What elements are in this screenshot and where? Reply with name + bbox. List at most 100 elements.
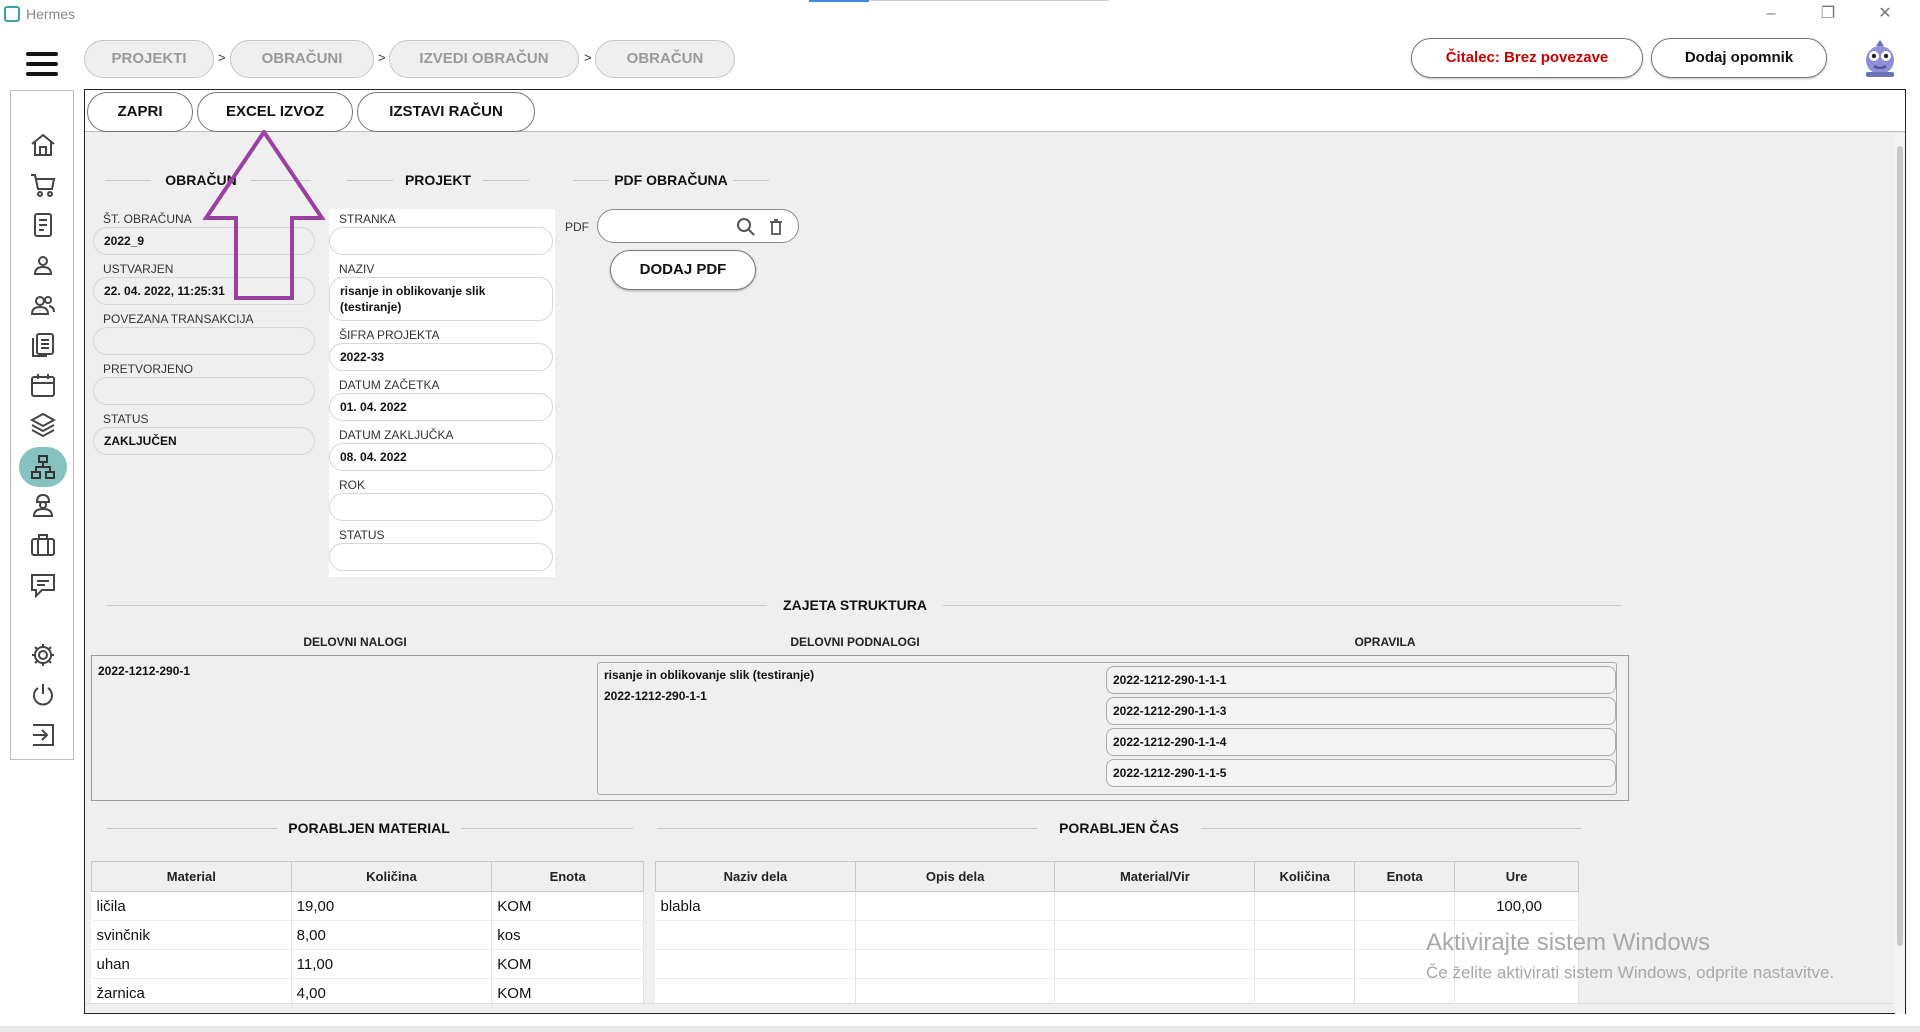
table-cell: 8,00: [291, 920, 493, 950]
column-header[interactable]: Ure: [1454, 861, 1579, 892]
hierarchy-icon[interactable]: [19, 447, 67, 487]
code-label: ŠIFRA PROJEKTA: [339, 328, 440, 342]
users-icon[interactable]: [27, 289, 59, 321]
documents-icon[interactable]: [27, 329, 59, 361]
section-line: [347, 180, 393, 181]
pdf-input[interactable]: [597, 209, 799, 243]
column-header[interactable]: Enota: [1354, 861, 1456, 892]
section-line: [107, 828, 277, 829]
layers-icon[interactable]: [27, 409, 59, 441]
table-cell: KOM: [491, 891, 644, 921]
home-icon[interactable]: [27, 129, 59, 161]
end-label: DATUM ZAKLJUČKA: [339, 428, 454, 442]
column-header[interactable]: Material: [91, 861, 292, 892]
name-field[interactable]: risanje in oblikovanje slik (testiranje): [329, 277, 553, 321]
task-item[interactable]: 2022-1212-290-1-1-5: [1106, 759, 1616, 787]
pdf-label: PDF: [565, 220, 589, 234]
table-cell: [1354, 891, 1456, 921]
order-item[interactable]: 2022-1212-290-1: [98, 664, 190, 678]
project-status-field[interactable]: [329, 543, 553, 571]
annotation-arrow-icon: [202, 130, 326, 300]
task-item[interactable]: 2022-1212-290-1-1-4: [1106, 728, 1616, 756]
table-row[interactable]: ličila 19,00 KOM: [91, 891, 644, 921]
breadcrumb-projekti[interactable]: PROJEKTI: [84, 40, 214, 78]
menu-icon[interactable]: [26, 52, 58, 76]
minimize-button[interactable]: –: [1756, 2, 1786, 26]
table-row[interactable]: uhan 11,00 KOM: [91, 949, 644, 979]
table-cell: kos: [491, 920, 644, 950]
end-date-field[interactable]: 08. 04. 2022: [329, 443, 553, 471]
horizontal-scrollbar[interactable]: [85, 1003, 1893, 1013]
section-line: [1201, 828, 1581, 829]
table-cell: [655, 949, 856, 979]
suborder-panel: risanje in oblikovanje slik (testiranje)…: [597, 662, 1617, 795]
start-date-field[interactable]: 01. 04. 2022: [329, 393, 553, 421]
chat-icon[interactable]: [27, 569, 59, 601]
window-title: Hermes: [26, 6, 76, 22]
material-title: PORABLJEN MATERIAL: [288, 820, 450, 836]
calendar-icon[interactable]: [27, 369, 59, 401]
briefcase-icon[interactable]: [27, 529, 59, 561]
close-window-button[interactable]: ✕: [1870, 2, 1900, 26]
structure-title: ZAJETA STRUKTURA: [783, 597, 927, 613]
task-item[interactable]: 2022-1212-290-1-1-1: [1106, 666, 1616, 694]
section-line: [461, 828, 633, 829]
table-cell: [1054, 920, 1256, 950]
column-header[interactable]: Količina: [1254, 861, 1356, 892]
table-cell: svinčnik: [91, 920, 292, 950]
excel-export-button[interactable]: EXCEL IZVOZ: [197, 92, 353, 132]
reader-status-button[interactable]: Čitalec: Brez povezave: [1411, 38, 1643, 78]
table-cell: 11,00: [291, 949, 493, 979]
status-field[interactable]: ZAKLJUČEN: [93, 427, 315, 455]
table-cell: KOM: [491, 949, 644, 979]
client-field[interactable]: [329, 227, 553, 255]
breadcrumb-separator: >: [584, 50, 592, 65]
logout-icon[interactable]: [27, 719, 59, 751]
power-icon[interactable]: [27, 679, 59, 711]
converted-field[interactable]: [93, 377, 315, 405]
table-row[interactable]: blabla 100,00: [655, 891, 1579, 921]
gear-icon[interactable]: [27, 639, 59, 671]
column-header[interactable]: Količina: [290, 861, 493, 892]
table-row[interactable]: svinčnik 8,00 kos: [91, 920, 644, 950]
column-header[interactable]: Enota: [491, 861, 644, 892]
add-pdf-button[interactable]: DODAJ PDF: [610, 250, 756, 290]
suborder-name[interactable]: risanje in oblikovanje slik (testiranje): [604, 668, 814, 682]
client-label: STRANKA: [339, 212, 396, 226]
table-header-row: Material Količina Enota: [91, 861, 644, 892]
document-icon[interactable]: [27, 209, 59, 241]
suborder-code[interactable]: 2022-1212-290-1-1: [604, 689, 707, 703]
close-button[interactable]: ZAPRI: [87, 92, 193, 132]
vertical-scrollbar[interactable]: [1895, 134, 1905, 1014]
orders-column-header: DELOVNI NALOGI: [303, 635, 407, 649]
add-reminder-button[interactable]: Dodaj opomnik: [1651, 38, 1827, 78]
trash-icon[interactable]: [768, 218, 784, 239]
table-header-row: Naziv dela Opis dela Material/Vir Količi…: [655, 861, 1579, 892]
transaction-field[interactable]: [93, 327, 315, 355]
tasks-column-header: OPRAVILA: [1354, 635, 1416, 649]
action-bar: ZAPRI EXCEL IZVOZ IZSTAVI RAČUN: [85, 90, 1905, 132]
search-icon[interactable]: [736, 217, 756, 240]
user-icon[interactable]: [27, 249, 59, 281]
column-header[interactable]: Opis dela: [854, 861, 1056, 892]
code-field[interactable]: 2022-33: [329, 343, 553, 371]
table-cell: blabla: [655, 891, 856, 921]
column-header[interactable]: Material/Vir: [1054, 861, 1256, 892]
breadcrumb-obracuni[interactable]: OBRAČUNI: [230, 40, 374, 78]
table-cell: [1254, 949, 1356, 979]
main-panel: ZAPRI EXCEL IZVOZ IZSTAVI RAČUN OBRAČUN …: [84, 89, 1906, 1014]
maximize-button[interactable]: ❐: [1813, 2, 1843, 26]
project-status-label: STATUS: [339, 528, 385, 542]
task-item[interactable]: 2022-1212-290-1-1-3: [1106, 697, 1616, 725]
table-cell: [655, 920, 856, 950]
cart-icon[interactable]: [27, 169, 59, 201]
deadline-field[interactable]: [329, 493, 553, 521]
scrollbar-thumb[interactable]: [1897, 146, 1903, 946]
worker-icon[interactable]: [27, 489, 59, 521]
section-line: [733, 180, 769, 181]
breadcrumb-obracun[interactable]: OBRAČUN: [595, 40, 735, 78]
column-header[interactable]: Naziv dela: [655, 861, 856, 892]
issue-invoice-button[interactable]: IZSTAVI RAČUN: [357, 92, 535, 132]
breadcrumb-izvedi-obracun[interactable]: IZVEDI OBRAČUN: [389, 40, 579, 78]
avatar-icon[interactable]: [1862, 38, 1898, 78]
